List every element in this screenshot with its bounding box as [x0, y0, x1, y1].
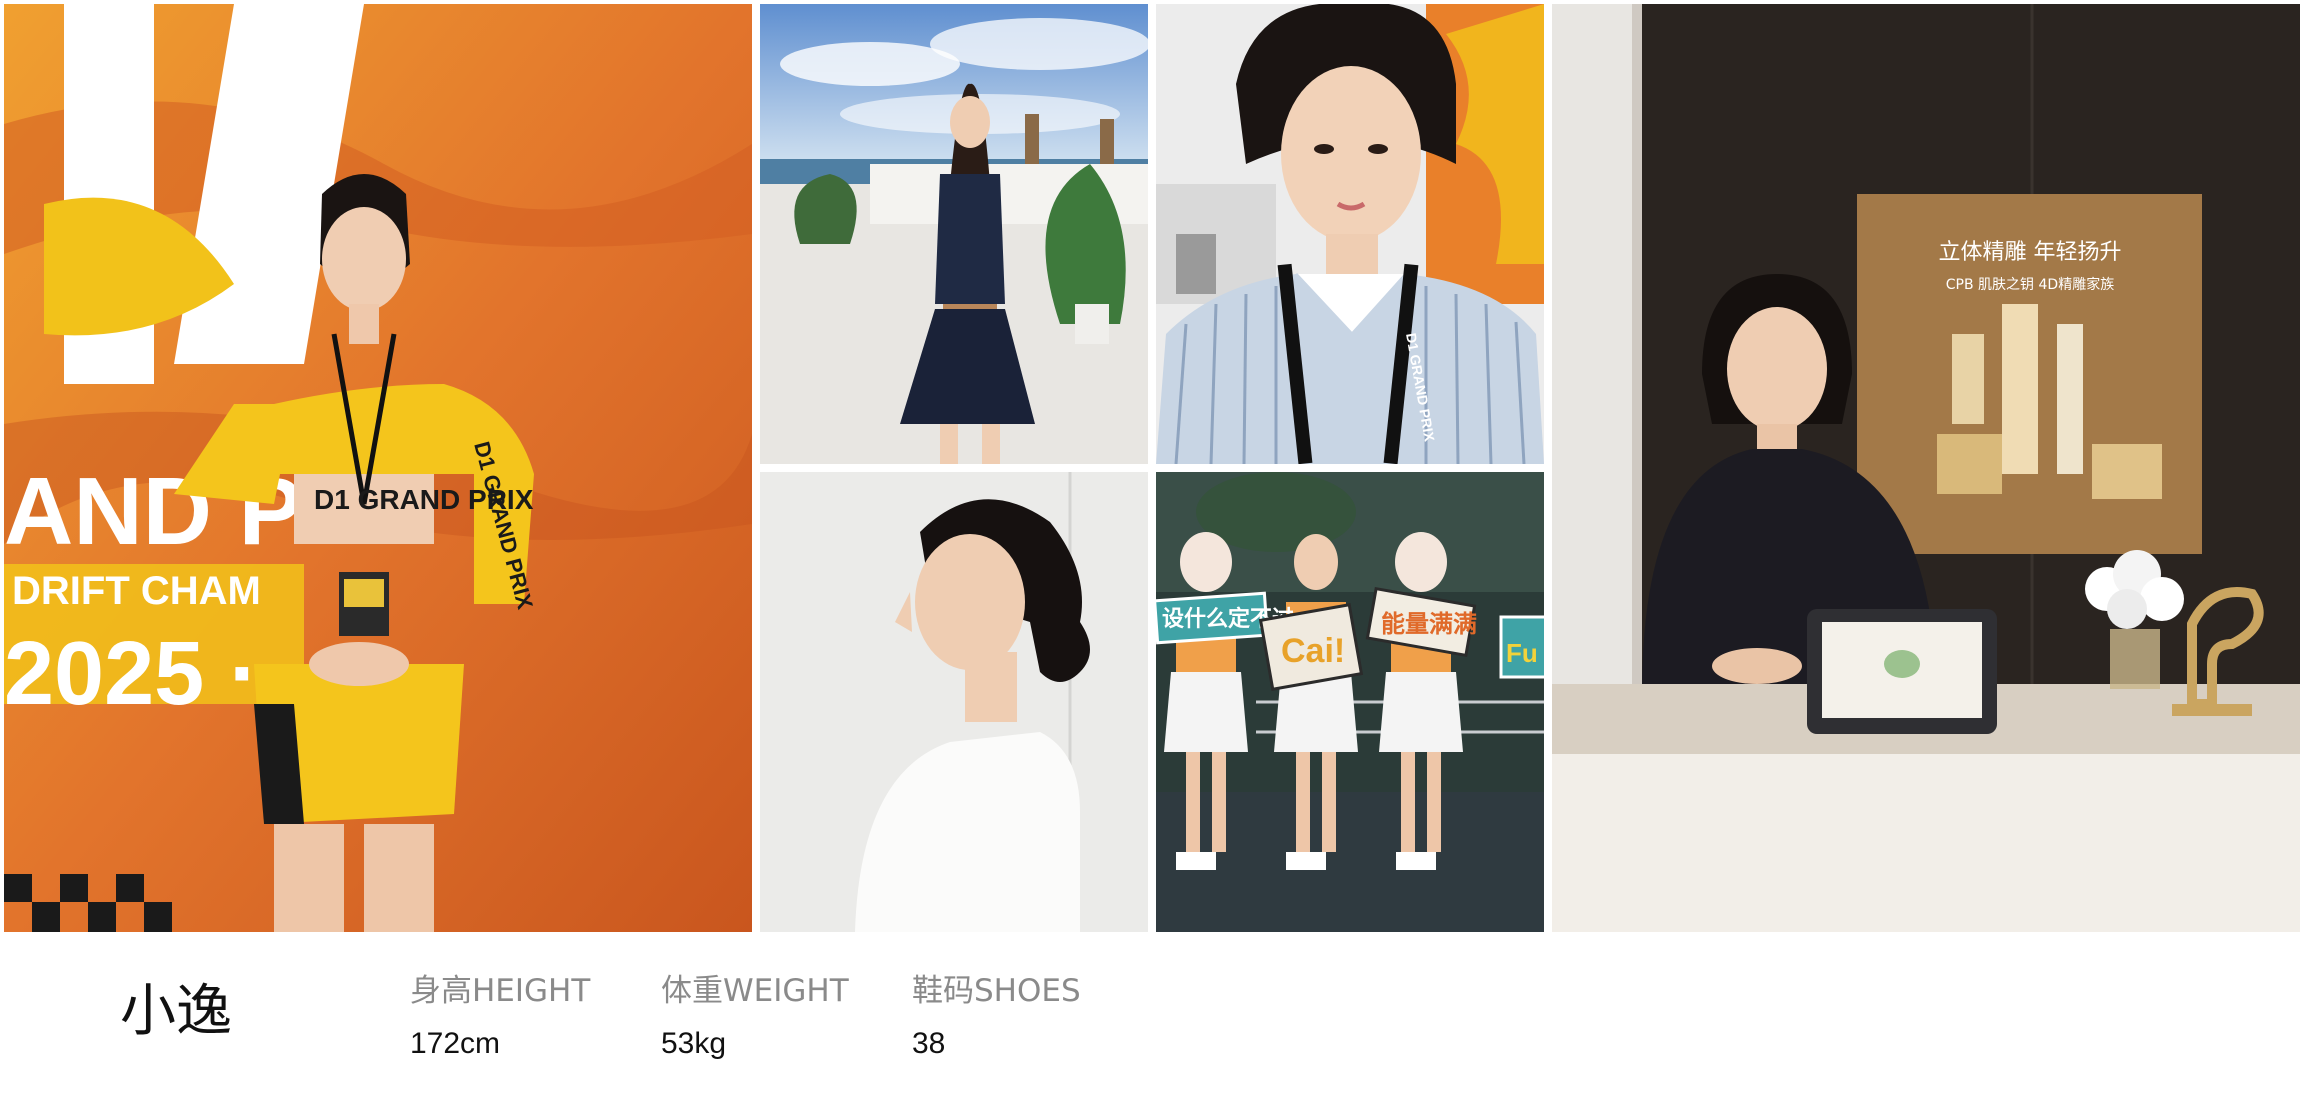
stat-shoes: 鞋码SHOES 38 [912, 976, 1081, 1059]
cheer-group-image: 设什么定不过 Cai! 能量满满 Fu [1156, 472, 1544, 932]
stat-weight-value: 53kg [661, 1027, 727, 1060]
stat-height-label: 身高HEIGHT [410, 973, 591, 1009]
model-info-bar: 小逸 身高HEIGHT 172cm 体重WEIGHT 53kg 鞋码SHOES … [0, 932, 2304, 1116]
sign-text-2: Cai! [1281, 632, 1345, 670]
photo-cheer-group: 设什么定不过 Cai! 能量满满 Fu [1156, 472, 1544, 932]
photo-striped-shirt-selfie: D1 GRAND PRIX [1156, 4, 1544, 464]
terrace-image [760, 4, 1148, 464]
photo-terrace-dress [760, 4, 1148, 464]
stat-shoes-label: 鞋码SHOES [912, 973, 1081, 1009]
stat-shoes-value: 38 [912, 1027, 946, 1060]
stat-height: 身高HEIGHT 172cm [410, 976, 590, 1059]
photo-cosmetics-counter: 立体精雕 年轻扬升 CPB 肌肤之钥 4D精雕家族 [1552, 4, 2300, 932]
banner-text-drift: DRIFT CHAM [12, 569, 261, 613]
profile-image [760, 472, 1148, 932]
sign-text-3: 能量满满 [1381, 610, 1477, 638]
photo-racing-event: AND P DRIFT CHAM 2025 · D1 GRAND PRIX D1… [4, 4, 752, 932]
selfie-image: D1 GRAND PRIX [1156, 4, 1544, 464]
sign-text-4: Fu [1506, 638, 1538, 668]
racing-event-image: AND P DRIFT CHAM 2025 · D1 GRAND PRIX D1… [4, 4, 752, 932]
stat-weight-label: 体重WEIGHT [661, 973, 849, 1009]
model-name: 小逸 [120, 979, 232, 1044]
stat-height-value: 172cm [410, 1027, 501, 1060]
stat-weight: 体重WEIGHT 53kg [661, 976, 849, 1059]
poster-headline: 立体精雕 年轻扬升 [1939, 240, 2122, 265]
cosmetics-counter-image: 立体精雕 年轻扬升 CPB 肌肤之钥 4D精雕家族 [1552, 4, 2300, 932]
banner-text-year: 2025 · [4, 624, 259, 724]
photo-profile-white-top [760, 472, 1148, 932]
poster-subline: CPB 肌肤之钥 4D精雕家族 [1946, 276, 2114, 293]
